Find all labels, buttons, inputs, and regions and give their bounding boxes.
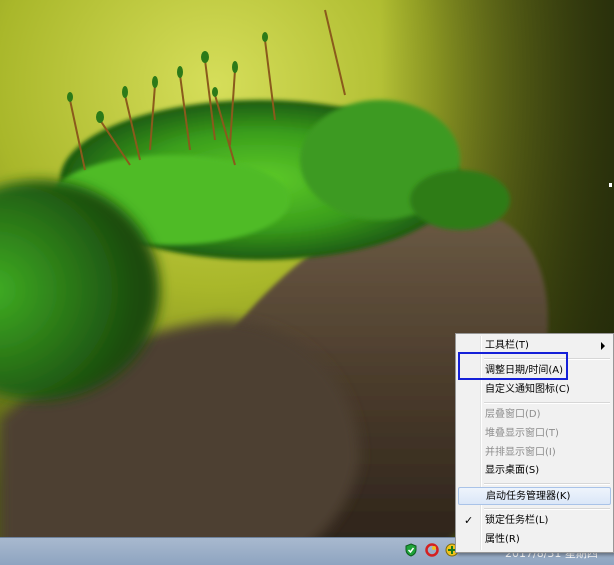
menu-item-label: 属性(R) xyxy=(485,534,520,545)
menu-separator xyxy=(484,483,610,485)
check-icon: ✓ xyxy=(464,514,474,527)
menu-item-customize-notification-icons[interactable]: 自定义通知图标(C) xyxy=(458,381,611,399)
menu-item-start-task-manager[interactable]: 启动任务管理器(K) xyxy=(458,487,611,505)
menu-item-label: 锁定任务栏(L) xyxy=(485,515,549,526)
submenu-arrow-icon xyxy=(601,342,605,350)
menu-item-label: 层叠窗口(D) xyxy=(485,409,541,420)
menu-item-properties[interactable]: 属性(R) xyxy=(458,531,611,549)
menu-separator xyxy=(484,402,610,404)
menu-item-lock-taskbar[interactable]: ✓ 锁定任务栏(L) xyxy=(458,512,611,530)
browser-icon[interactable] xyxy=(424,542,440,558)
menu-item-stack-windows[interactable]: 堆叠显示窗口(T) xyxy=(458,425,611,443)
menu-separator xyxy=(484,508,610,510)
menu-item-label: 并排显示窗口(I) xyxy=(485,447,556,458)
menu-item-label: 自定义通知图标(C) xyxy=(485,384,570,395)
menu-item-side-by-side-windows[interactable]: 并排显示窗口(I) xyxy=(458,444,611,462)
menu-item-label: 启动任务管理器(K) xyxy=(486,491,571,502)
menu-item-cascade-windows[interactable]: 层叠窗口(D) xyxy=(458,406,611,424)
highlight-annotation-box xyxy=(458,352,568,380)
menu-item-show-desktop[interactable]: 显示桌面(S) xyxy=(458,462,611,480)
menu-item-label: 显示桌面(S) xyxy=(485,465,540,476)
shield-icon[interactable] xyxy=(403,542,419,558)
menu-item-label: 堆叠显示窗口(T) xyxy=(485,428,559,439)
edge-marker xyxy=(609,183,612,187)
